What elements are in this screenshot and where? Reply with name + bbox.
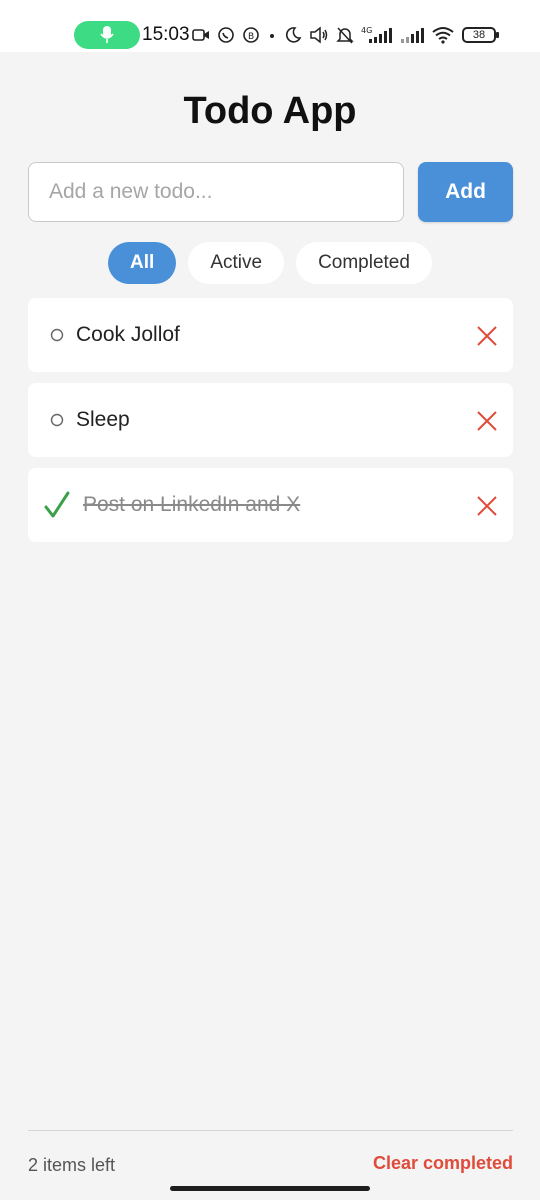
- todo-text[interactable]: Post on LinkedIn and X: [83, 468, 300, 542]
- circle-icon: [50, 328, 64, 342]
- signal-4g-icon: 4G: [361, 26, 392, 43]
- checkmark-icon: [44, 491, 70, 518]
- delete-button[interactable]: [475, 494, 499, 518]
- todo-text[interactable]: Cook Jollof: [76, 298, 180, 372]
- todo-toggle[interactable]: [42, 383, 72, 457]
- todo-text[interactable]: Sleep: [76, 383, 130, 457]
- filter-all[interactable]: All: [108, 242, 177, 284]
- circle-icon: [50, 413, 64, 427]
- delete-button[interactable]: [475, 324, 499, 348]
- wifi-icon: [432, 27, 454, 44]
- battery-icon: 38: [462, 27, 499, 43]
- moon-icon: [285, 27, 302, 43]
- mic-indicator[interactable]: [74, 21, 140, 49]
- filter-completed[interactable]: Completed: [296, 242, 432, 284]
- items-left-count: 2 items left: [28, 1155, 116, 1175]
- new-todo-form: Add: [28, 162, 513, 222]
- add-button[interactable]: Add: [418, 162, 513, 222]
- todo-toggle[interactable]: [42, 298, 72, 372]
- close-icon: [477, 411, 497, 431]
- whatsapp-icon: [218, 27, 234, 43]
- close-icon: [477, 496, 497, 516]
- status-icons: B 4G 38: [192, 23, 499, 47]
- whatsapp-business-icon: B: [243, 27, 259, 43]
- svg-text:B: B: [248, 32, 254, 42]
- todo-toggle[interactable]: [42, 468, 72, 542]
- delete-button[interactable]: [475, 409, 499, 433]
- status-time: 15:03: [142, 24, 190, 45]
- todo-item: Post on LinkedIn and X: [28, 468, 513, 542]
- new-todo-input[interactable]: [28, 162, 404, 222]
- filter-active[interactable]: Active: [188, 242, 285, 284]
- microphone-icon: [100, 26, 114, 43]
- status-bar: 15:03 B 4G 38: [0, 0, 540, 52]
- video-call-icon: [192, 29, 209, 41]
- filter-bar: All Active Completed: [0, 242, 540, 284]
- todo-list: Cook Jollof Sleep Post on LinkedIn and X: [28, 298, 513, 553]
- todo-app: Todo App Add All Active Completed Cook J…: [0, 52, 540, 1200]
- close-icon: [477, 326, 497, 346]
- app-title: Todo App: [183, 90, 357, 132]
- home-indicator[interactable]: [170, 1186, 370, 1191]
- dot-icon: [270, 34, 274, 38]
- network-type: 4G: [361, 26, 372, 35]
- bell-muted-icon: [336, 27, 354, 44]
- todo-item: Sleep: [28, 383, 513, 457]
- todo-item: Cook Jollof: [28, 298, 513, 372]
- todo-footer: 2 items left Clear completed: [28, 1130, 513, 1190]
- signal-icon: [401, 28, 424, 43]
- clear-completed-button[interactable]: Clear completed: [373, 1153, 513, 1174]
- volume-icon: [310, 26, 328, 44]
